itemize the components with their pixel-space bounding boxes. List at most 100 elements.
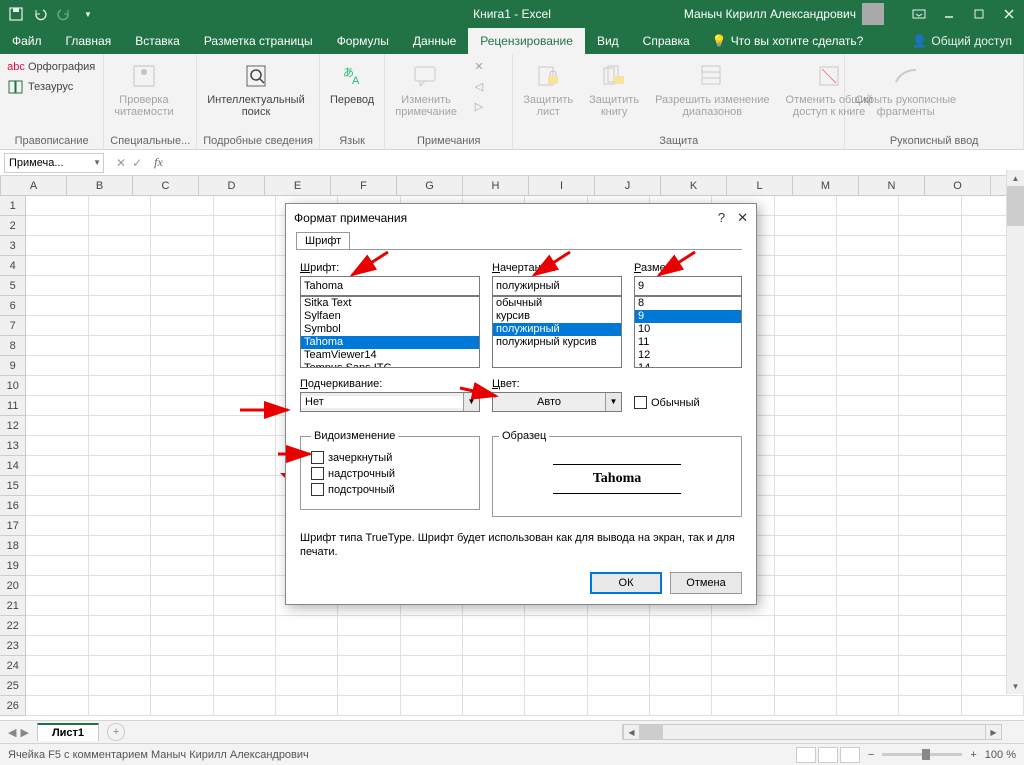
cell[interactable] [837,676,899,696]
cell[interactable] [525,696,587,716]
cell[interactable] [214,456,276,476]
cell[interactable] [151,556,213,576]
list-option[interactable]: TeamViewer14 [301,349,479,362]
cell[interactable] [525,656,587,676]
cell[interactable] [837,416,899,436]
row-header[interactable]: 2 [0,216,26,236]
edit-comment-button[interactable]: Изменить примечание [391,58,461,120]
sheet-tab[interactable]: Лист1 [37,723,99,741]
cell[interactable] [899,216,961,236]
list-option[interactable]: 12 [635,349,741,362]
save-icon[interactable] [8,6,24,22]
tab-разметка страницы[interactable]: Разметка страницы [192,28,325,54]
cell[interactable] [214,276,276,296]
cell[interactable] [463,636,525,656]
cell[interactable] [214,196,276,216]
cell[interactable] [151,396,213,416]
cell[interactable] [338,696,400,716]
cell[interactable] [214,436,276,456]
cell[interactable] [89,476,151,496]
size-list[interactable]: 8910111214 [634,296,742,368]
cell[interactable] [26,416,88,436]
cell[interactable] [712,636,774,656]
cell[interactable] [151,656,213,676]
dialog-titlebar[interactable]: Формат примечания ? ✕ [286,204,756,232]
row-header[interactable]: 7 [0,316,26,336]
cell[interactable] [214,256,276,276]
cell[interactable] [775,196,837,216]
cell[interactable] [775,336,837,356]
cell[interactable] [899,196,961,216]
horizontal-scrollbar[interactable]: ◀ ▶ [622,724,1002,740]
cell[interactable] [837,296,899,316]
list-option[interactable]: 11 [635,336,741,349]
add-sheet-button[interactable]: + [107,723,125,741]
smart-lookup-button[interactable]: Интеллектуальный поиск [203,58,308,120]
cell[interactable] [214,296,276,316]
cell[interactable] [89,276,151,296]
cell[interactable] [401,636,463,656]
row-header[interactable]: 1 [0,196,26,216]
cell[interactable] [401,676,463,696]
cell[interactable] [214,396,276,416]
cell[interactable] [525,636,587,656]
cell[interactable] [89,516,151,536]
cell[interactable] [26,236,88,256]
zoom-out-button[interactable]: − [868,749,874,761]
col-header[interactable]: G [397,176,463,195]
font-input[interactable] [300,276,480,296]
zoom-level[interactable]: 100 % [985,749,1016,761]
col-header[interactable]: K [661,176,727,195]
font-tab[interactable]: Шрифт [296,232,350,250]
cell[interactable] [775,256,837,276]
cell[interactable] [89,256,151,276]
cell[interactable] [899,396,961,416]
cell[interactable] [588,656,650,676]
cell[interactable] [151,356,213,376]
cell[interactable] [899,436,961,456]
ok-button[interactable]: ОК [590,572,662,594]
hide-ink-button[interactable]: Скрыть рукописные фрагменты [851,58,960,120]
close-icon[interactable]: ✕ [737,210,748,226]
row-header[interactable]: 20 [0,576,26,596]
row-header[interactable]: 26 [0,696,26,716]
row-header[interactable]: 5 [0,276,26,296]
cell[interactable] [775,596,837,616]
cell[interactable] [775,536,837,556]
cell[interactable] [401,616,463,636]
style-list[interactable]: обычныйкурсивполужирныйполужирный курсив [492,296,622,368]
cell[interactable] [151,476,213,496]
list-option[interactable]: Sitka Text [301,297,479,310]
row-header[interactable]: 23 [0,636,26,656]
cell[interactable] [837,636,899,656]
list-option[interactable]: полужирный курсив [493,336,621,349]
cell[interactable] [775,236,837,256]
cell[interactable] [837,196,899,216]
cell[interactable] [276,616,338,636]
cell[interactable] [89,296,151,316]
cell[interactable] [899,316,961,336]
row-header[interactable]: 10 [0,376,26,396]
cell[interactable] [338,656,400,676]
thesaurus-button[interactable]: Тезаурус [6,78,97,96]
accessibility-button[interactable]: Проверка читаемости [110,58,177,120]
cell[interactable] [899,576,961,596]
scroll-right-icon[interactable]: ▶ [985,725,1001,739]
cell[interactable] [26,556,88,576]
row-header[interactable]: 4 [0,256,26,276]
tab-рецензирование[interactable]: Рецензирование [468,28,585,54]
cell[interactable] [151,496,213,516]
cell[interactable] [214,656,276,676]
cell[interactable] [837,356,899,376]
zoom-slider[interactable] [882,753,962,756]
cell[interactable] [214,476,276,496]
cell[interactable] [26,676,88,696]
cell[interactable] [151,276,213,296]
cell[interactable] [837,316,899,336]
cell[interactable] [26,516,88,536]
color-combo[interactable]: Авто▼ [492,392,622,412]
cell[interactable] [775,356,837,376]
cell[interactable] [151,416,213,436]
cell[interactable] [775,476,837,496]
cell[interactable] [89,396,151,416]
